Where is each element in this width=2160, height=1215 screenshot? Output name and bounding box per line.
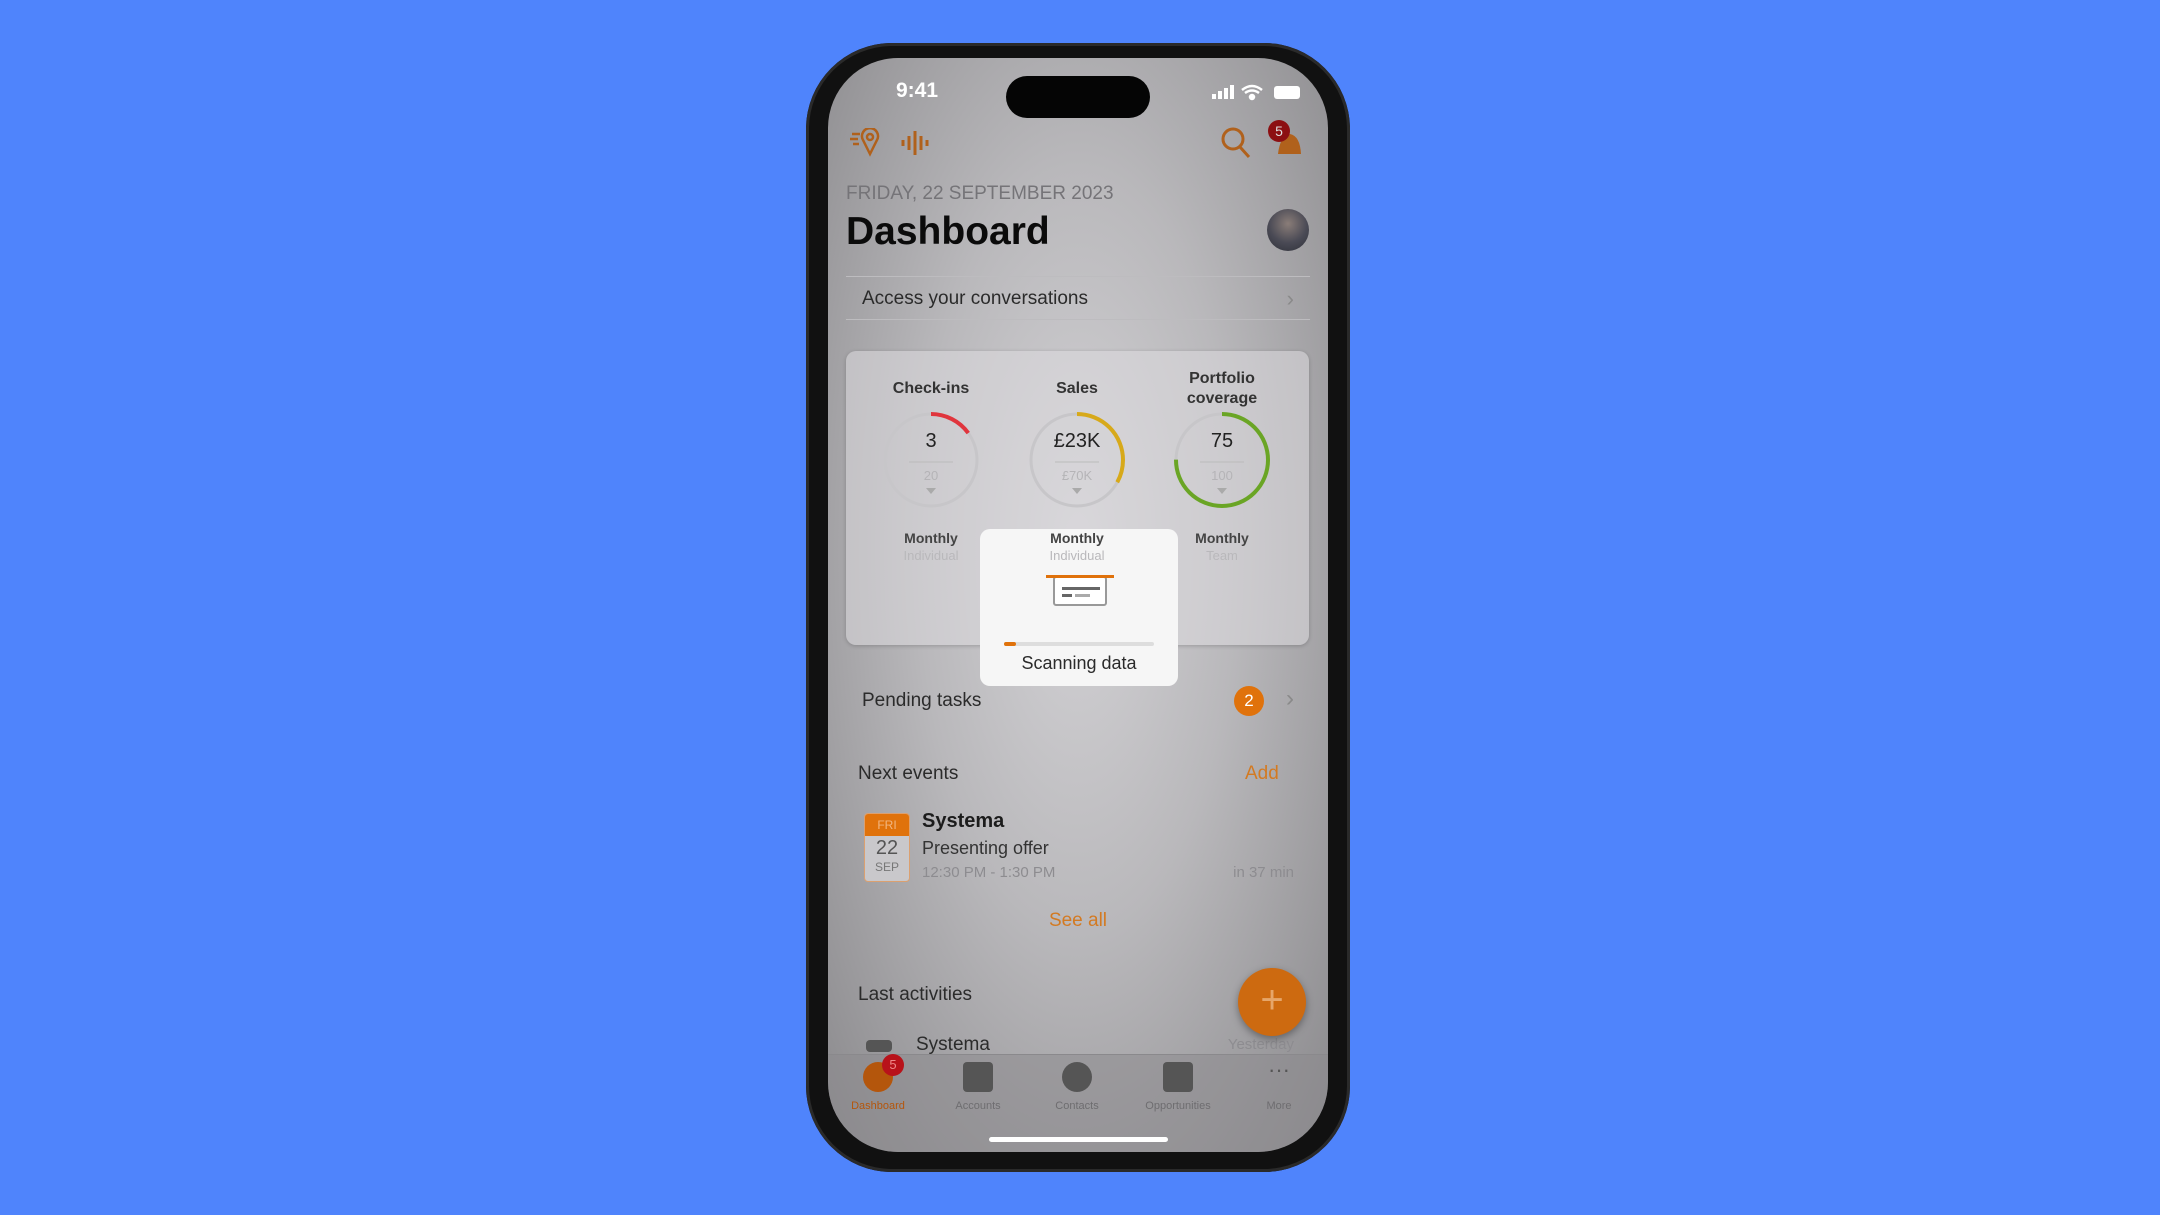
signal-icon bbox=[1212, 85, 1234, 99]
event-weekday: FRI bbox=[865, 814, 909, 836]
next-events-title: Next events bbox=[858, 763, 959, 784]
trophy-icon bbox=[1217, 488, 1227, 494]
event-name[interactable]: Systema bbox=[922, 810, 1004, 833]
stat-title: Check-ins bbox=[892, 380, 970, 397]
activity-when: Yesterday bbox=[1227, 1036, 1294, 1053]
opportunities-icon bbox=[1163, 1062, 1193, 1092]
tab-label: Contacts bbox=[1055, 1100, 1099, 1112]
scan-progress-bar bbox=[1004, 642, 1154, 646]
event-relative-time: in 37 min bbox=[1233, 864, 1294, 881]
status-icons bbox=[1212, 84, 1300, 101]
trophy-icon bbox=[926, 488, 936, 494]
stat-value: £23K bbox=[1053, 430, 1101, 452]
stat-period: Monthly bbox=[1195, 530, 1249, 546]
pending-tasks-row[interactable]: Pending tasks 2 › bbox=[846, 680, 1310, 724]
stat-value: 3 bbox=[925, 430, 937, 452]
last-activities-title: Last activities bbox=[858, 984, 973, 1005]
scan-document-icon bbox=[1046, 575, 1114, 606]
tab-label: Opportunities bbox=[1145, 1100, 1211, 1112]
event-month: SEP bbox=[874, 860, 899, 874]
stat-target: 100 bbox=[1211, 468, 1233, 483]
stat-scope: Team bbox=[1206, 548, 1238, 563]
page-date: FRIDAY, 22 SEPTEMBER 2023 bbox=[846, 183, 1114, 204]
stat-gauge[interactable] bbox=[1027, 410, 1127, 510]
accounts-icon bbox=[963, 1062, 993, 1092]
wifi-icon bbox=[1241, 84, 1263, 101]
event-date-badge: FRI 22 SEP bbox=[864, 813, 910, 882]
stat-gauge[interactable] bbox=[881, 410, 981, 510]
home-indicator bbox=[989, 1137, 1168, 1142]
notification-badge: 5 bbox=[1268, 120, 1290, 142]
more-icon: ··· bbox=[1268, 1057, 1290, 1082]
search-icon[interactable] bbox=[1220, 126, 1252, 160]
scan-progress-fill bbox=[1004, 642, 1016, 646]
chevron-right-icon: › bbox=[1286, 286, 1294, 311]
activity-icon bbox=[866, 1040, 892, 1052]
stat-period: Monthly bbox=[1050, 530, 1104, 546]
status-time: 9:41 bbox=[896, 79, 939, 102]
tab-label: Accounts bbox=[955, 1100, 1001, 1112]
event-day: 22 bbox=[875, 837, 899, 859]
stat-title: Portfolio coverage bbox=[1186, 370, 1258, 407]
chevron-right-icon: › bbox=[1286, 685, 1294, 712]
stat-period: Monthly bbox=[904, 530, 958, 546]
pending-tasks-label: Pending tasks bbox=[862, 690, 982, 711]
tab-label: Dashboard bbox=[851, 1100, 905, 1112]
conversations-row[interactable]: Access your conversations › bbox=[846, 276, 1310, 320]
conversations-label: Access your conversations bbox=[862, 288, 1088, 309]
add-fab-button[interactable]: + bbox=[1238, 968, 1306, 1036]
tab-label: More bbox=[1266, 1100, 1292, 1112]
trophy-icon bbox=[1072, 488, 1082, 494]
tab-contacts[interactable]: Contacts bbox=[1027, 1062, 1127, 1112]
stat-scope: Individual bbox=[1049, 548, 1105, 563]
activity-name[interactable]: Systema bbox=[916, 1034, 990, 1056]
stat-target: 20 bbox=[923, 468, 939, 483]
scanning-label: Scanning data bbox=[1021, 653, 1137, 673]
pending-count-badge: 2 bbox=[1234, 686, 1264, 716]
voice-wave-icon[interactable] bbox=[900, 128, 932, 158]
event-subject: Presenting offer bbox=[922, 838, 1049, 858]
tab-badge: 5 bbox=[882, 1054, 904, 1076]
stat-target: £70K bbox=[1061, 468, 1093, 483]
page-title: Dashboard bbox=[846, 210, 1050, 253]
tab-accounts[interactable]: Accounts bbox=[928, 1062, 1028, 1112]
stat-value: 75 bbox=[1210, 430, 1234, 452]
see-all-events-link[interactable]: See all bbox=[828, 910, 1328, 932]
add-event-button[interactable]: Add bbox=[1245, 763, 1279, 785]
tab-opportunities[interactable]: Opportunities bbox=[1128, 1062, 1228, 1112]
stat-title: Sales bbox=[1056, 380, 1098, 397]
phone-screen: 9:41 5 FRIDAY, 22 SEPTEMBER 2023 Dashboa… bbox=[828, 58, 1328, 1152]
tab-more[interactable]: ··· More bbox=[1229, 1057, 1328, 1113]
contacts-icon bbox=[1062, 1062, 1092, 1092]
route-pin-icon[interactable] bbox=[850, 128, 884, 158]
dynamic-island bbox=[1006, 76, 1150, 118]
event-time: 12:30 PM - 1:30 PM bbox=[922, 864, 1056, 881]
battery-icon bbox=[1274, 86, 1300, 99]
stat-gauge[interactable] bbox=[1172, 410, 1272, 510]
avatar[interactable] bbox=[1267, 209, 1309, 251]
tab-dashboard[interactable]: Dashboard 5 bbox=[828, 1054, 928, 1112]
stat-scope: Individual bbox=[903, 548, 959, 563]
